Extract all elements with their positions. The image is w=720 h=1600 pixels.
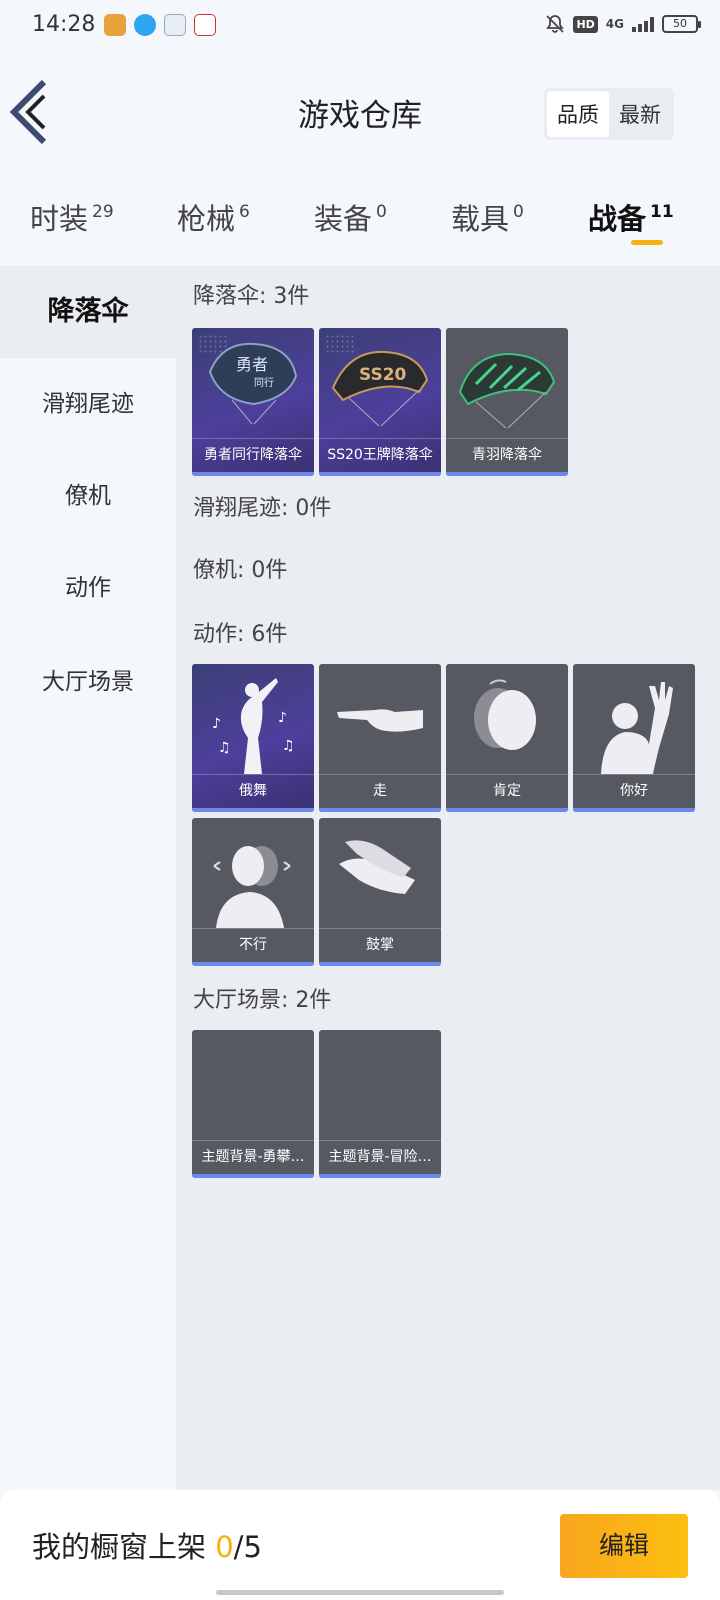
dance-emote-icon: ♪ ♫ ♪ ♫: [212, 678, 295, 774]
item-name: 主题背景-勇攀…: [192, 1140, 314, 1174]
hd-badge: HD: [573, 15, 598, 33]
item-name: 鼓掌: [319, 928, 441, 962]
section-title-glide-trail: 滑翔尾迹: 0件: [193, 496, 332, 521]
item-card[interactable]: 主题背景-冒险…: [319, 1030, 441, 1178]
tab-fashion[interactable]: 时装 29: [30, 196, 114, 238]
item-card[interactable]: ♪ ♫ ♪ ♫ 俄舞: [192, 664, 314, 812]
svg-text:♪: ♪: [278, 710, 287, 726]
item-card[interactable]: 不行: [192, 818, 314, 966]
qq-icon: [134, 14, 156, 36]
item-name: 不行: [192, 928, 314, 962]
section-title-lobby-scene: 大厅场景: 2件: [193, 988, 332, 1013]
sidebar-item-lobby-scene[interactable]: 大厅场景: [0, 636, 176, 728]
network-type: 4G: [605, 17, 624, 31]
item-name: 青羽降落伞: [446, 438, 568, 472]
svg-text:♫: ♫: [282, 738, 295, 754]
parachute-icon: SS20: [331, 350, 429, 427]
clapping-hands-icon: [339, 840, 415, 894]
app-notification-icon: [194, 14, 216, 36]
section-title-wingman: 僚机: 0件: [193, 558, 288, 583]
item-name: SS20王牌降落伞: [319, 438, 441, 472]
item-name: 主题背景-冒险…: [319, 1140, 441, 1174]
svg-text:♫: ♫: [218, 740, 231, 756]
status-bar: 14:28 HD 4G 50: [0, 0, 720, 56]
header: 游戏仓库 品质 最新: [0, 56, 720, 164]
sidebar-item-emote[interactable]: 动作: [0, 542, 176, 634]
tab-label: 装备: [314, 202, 373, 236]
pointing-hand-icon: [337, 709, 423, 732]
svg-text:♪: ♪: [212, 716, 221, 732]
svg-text:SS20: SS20: [359, 365, 407, 385]
item-list: 降落伞: 3件 勇者 同行 勇者同行降落伞 SS20 SS20王牌降落伞 青羽降…: [176, 266, 720, 1490]
waving-hand-icon: [601, 682, 673, 774]
status-time: 14:28: [32, 12, 96, 37]
tab-label: 载具: [451, 202, 510, 236]
app-notification-icon: [104, 14, 126, 36]
tab-count: 0: [376, 202, 387, 222]
item-card[interactable]: 你好: [573, 664, 695, 812]
showcase-count: 0: [215, 1530, 234, 1564]
edit-button[interactable]: 编辑: [560, 1514, 688, 1578]
home-indicator[interactable]: [216, 1590, 504, 1595]
item-name: 俄舞: [192, 774, 314, 808]
item-card[interactable]: 走: [319, 664, 441, 812]
tab-label: 时装: [30, 202, 89, 236]
battery-icon: 50: [662, 15, 701, 33]
item-card[interactable]: 勇者 同行 勇者同行降落伞: [192, 328, 314, 476]
tab-count: 6: [239, 202, 250, 222]
sidebar-item-wingman[interactable]: 僚机: [0, 450, 176, 542]
section-title-parachute: 降落伞: 3件: [193, 284, 310, 309]
svg-text:勇者: 勇者: [236, 355, 268, 374]
parachute-icon: 勇者 同行: [208, 342, 298, 425]
tab-vehicles[interactable]: 载具 0: [451, 196, 524, 238]
showcase-status: 我的橱窗上架 0/5: [32, 1524, 262, 1566]
active-tab-indicator: [631, 240, 663, 245]
subcategory-sidebar: 降落伞 滑翔尾迹 僚机 动作 大厅场景: [0, 266, 176, 1490]
sidebar-item-glide-trail[interactable]: 滑翔尾迹: [0, 358, 176, 450]
item-name: 走: [319, 774, 441, 808]
item-card[interactable]: SS20 SS20王牌降落伞: [319, 328, 441, 476]
tab-guns[interactable]: 枪械 6: [177, 196, 250, 238]
showcase-label: 我的橱窗上架: [32, 1530, 216, 1564]
sort-toggle: 品质 最新: [544, 88, 674, 140]
svg-text:同行: 同行: [254, 376, 274, 389]
tab-label: 枪械: [177, 202, 236, 236]
bottom-bar: 我的橱窗上架 0/5 编辑: [0, 1490, 720, 1600]
parachute-icon: [458, 352, 556, 429]
sort-quality-button[interactable]: 品质: [547, 91, 609, 137]
mute-bell-icon: [546, 15, 565, 33]
item-card[interactable]: 鼓掌: [319, 818, 441, 966]
showcase-total: /5: [233, 1530, 262, 1564]
tab-count: 11: [650, 202, 674, 222]
item-card[interactable]: 肯定: [446, 664, 568, 812]
tab-count: 0: [513, 202, 524, 222]
notification-icons: [104, 14, 216, 36]
tab-battle-gear[interactable]: 战备 11: [588, 196, 674, 238]
item-card[interactable]: 青羽降落伞: [446, 328, 568, 476]
tab-count: 29: [92, 202, 114, 222]
sort-newest-button[interactable]: 最新: [609, 91, 671, 137]
item-name: 勇者同行降落伞: [192, 438, 314, 472]
app-notification-icon: [164, 14, 186, 36]
sidebar-item-parachute[interactable]: 降落伞: [0, 266, 176, 358]
nodding-head-icon: [474, 679, 536, 750]
section-title-emote: 动作: 6件: [193, 622, 288, 647]
system-icons: HD 4G 50: [545, 14, 701, 34]
item-name: 你好: [573, 774, 695, 808]
tab-equipment[interactable]: 装备 0: [314, 196, 387, 238]
signal-bars-icon: [632, 16, 654, 32]
item-card[interactable]: 主题背景-勇攀…: [192, 1030, 314, 1178]
category-tabs: 时装 29 枪械 6 装备 0 载具 0 战备 11: [0, 186, 720, 256]
head-shake-icon: [213, 846, 291, 928]
tab-label: 战备: [588, 202, 647, 236]
item-name: 肯定: [446, 774, 568, 808]
